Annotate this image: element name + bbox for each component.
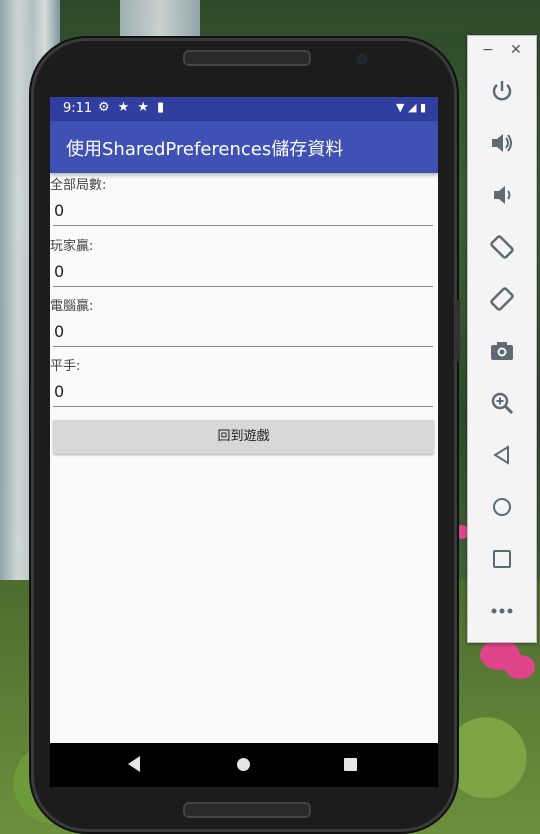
wallpaper-waterfall-top [120,0,200,40]
zoom-icon[interactable] [488,390,516,418]
status-left-icons: ⚙★★▮ [98,100,172,115]
nav-recents-icon[interactable] [344,758,357,771]
sd-card-icon: ▮ [156,100,173,115]
star-icon: ★ [137,100,157,115]
nav-back-icon[interactable] [128,756,140,772]
battery-icon: ▮ [419,101,426,114]
computer-wins-value: 0 [54,322,65,341]
nav-home-icon[interactable] [237,758,250,771]
back-icon[interactable] [488,442,516,470]
close-icon[interactable]: ✕ [510,42,522,58]
gear-icon: ⚙ [98,100,118,115]
app-screen: 9:11 ⚙★★▮ ▼ ◢ ▮ 使用SharedPreferences儲存資料 … [50,97,438,743]
status-bar: 9:11 ⚙★★▮ ▼ ◢ ▮ [50,97,438,121]
back-to-game-button[interactable]: 回到遊戲 [53,420,434,454]
player-wins-value: 0 [54,262,65,281]
android-nav-bar [50,743,438,787]
draws-label: 平手: [50,359,81,374]
wifi-icon: ▼ [396,101,405,114]
camera-icon[interactable] [488,338,516,366]
status-time: 9:11 [63,101,93,116]
wallpaper-flower [505,655,535,679]
volume-down-icon[interactable] [488,182,516,210]
player-wins-label: 玩家贏: [50,239,94,254]
app-bar: 使用SharedPreferences儲存資料 [50,121,438,173]
more-icon[interactable] [488,598,516,626]
home-icon[interactable] [488,494,516,522]
total-games-value: 0 [54,201,65,220]
front-camera [357,54,367,64]
rotate-left-icon[interactable] [488,234,516,262]
app-title: 使用SharedPreferences儲存資料 [66,139,344,160]
computer-wins-field[interactable]: 0 [53,316,433,347]
total-games-field[interactable]: 0 [53,195,433,226]
power-icon[interactable] [488,78,516,106]
minimize-icon[interactable]: − [482,42,494,58]
volume-up-icon[interactable] [488,130,516,158]
computer-wins-label: 電腦贏: [50,299,94,314]
rotate-right-icon[interactable] [488,286,516,314]
draws-field[interactable]: 0 [53,376,433,407]
overview-icon[interactable] [488,546,516,574]
draws-value: 0 [54,382,65,401]
status-right-icons: ▼ ◢ ▮ [396,101,426,114]
emulator-toolbar: − ✕ [467,35,537,643]
bottom-speaker [183,802,311,818]
player-wins-field[interactable]: 0 [53,256,433,287]
phone-side-button[interactable] [455,300,460,362]
star-icon: ★ [117,100,138,115]
signal-icon: ◢ [407,101,417,114]
total-games-label: 全部局數: [50,178,107,193]
top-speaker [183,50,311,66]
